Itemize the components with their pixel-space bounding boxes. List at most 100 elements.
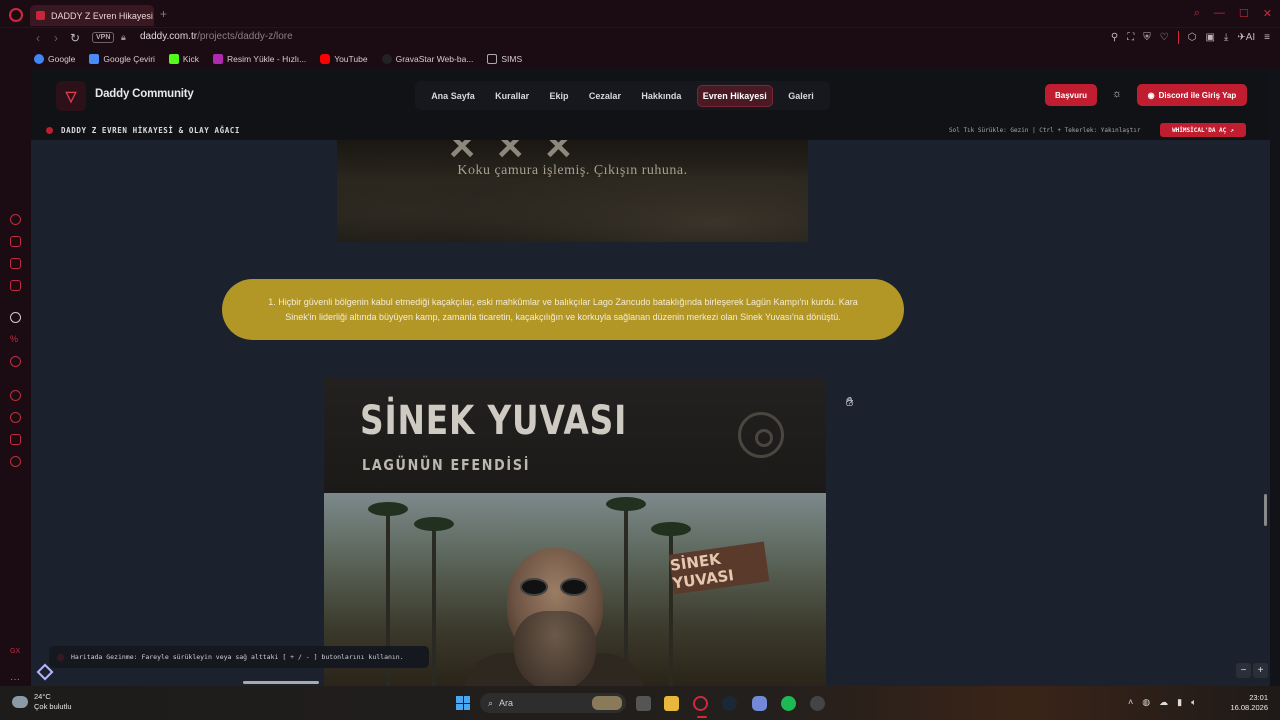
zoom-controls: − + (1236, 663, 1268, 678)
sidebar-extensions-icon[interactable] (10, 434, 21, 445)
start-button-icon[interactable] (456, 696, 470, 710)
sidebar-history-icon[interactable] (10, 412, 21, 423)
clock-date: 16.08.2026 (1230, 703, 1268, 712)
poster-header: SİNEK YUVASI LAGÜNÜN EFENDİSİ (324, 378, 826, 493)
zoom-out-button[interactable]: − (1236, 663, 1251, 678)
sidebar-gx-icon[interactable]: GX (10, 648, 21, 659)
lock-icon[interactable]: 🔒︎ (121, 32, 126, 43)
sidebar-percent-icon[interactable]: % (10, 334, 21, 345)
bookmark-gravastar[interactable]: GravaStar Web-ba... (381, 54, 473, 64)
translate-icon (89, 54, 100, 64)
weather-temp: 24°C (34, 692, 51, 701)
nav-item-ekip[interactable]: Ekip (545, 86, 574, 106)
file-explorer-icon[interactable] (664, 696, 679, 711)
lore-image-top: ✕✕✕ Koku çamura işlemiş. Çıkışın ruhuna. (337, 140, 808, 242)
map-hint-box: Haritada Gezinme: Fareyle sürükleyin vey… (49, 646, 429, 668)
close-button[interactable]: ✕ (1263, 7, 1272, 20)
vertical-scrollbar[interactable] (1264, 494, 1267, 526)
tab-title: DADDY Z Evren Hikayesi & (51, 10, 154, 21)
back-icon[interactable]: ‹ (36, 31, 40, 45)
bookmark-folder-sims[interactable]: SIMS (487, 54, 522, 64)
search-tabs-icon[interactable]: ⌕ (1194, 7, 1200, 20)
zoom-in-button[interactable]: + (1253, 663, 1268, 678)
weather-widget[interactable]: 24°C Çok bulutlu (12, 692, 72, 712)
vpn-badge[interactable]: VPN (92, 32, 115, 43)
apply-button[interactable]: Başvuru (1045, 84, 1097, 106)
download-icon[interactable]: ⤓ (1224, 32, 1228, 43)
tray-overflow-icon[interactable]: ˄ (1128, 697, 1133, 708)
onedrive-icon[interactable]: ☁ (1159, 697, 1168, 708)
discord-login-button[interactable]: ◉ Discord ile Giriş Yap (1137, 84, 1247, 106)
url-path: /projects/daddy-z/lore (197, 31, 293, 42)
nav-item-ana-sayfa[interactable]: Ana Sayfa (426, 86, 480, 106)
bookmark-label: Kick (182, 54, 199, 64)
nav-item-cezalar[interactable]: Cezalar (584, 86, 626, 106)
horizontal-scrollbar[interactable] (243, 681, 319, 684)
image-upload-icon (212, 54, 223, 64)
opera-logo-icon[interactable] (9, 8, 23, 22)
site-logo-icon[interactable]: ▽ (56, 81, 86, 111)
bookmark-youtube[interactable]: YouTube (320, 54, 368, 64)
network-globe-icon[interactable]: ◍ (1142, 697, 1150, 708)
external-link-icon: ↗ (1230, 126, 1234, 134)
nav-item-kurallar[interactable]: Kurallar (490, 86, 534, 106)
steam-icon[interactable] (722, 696, 737, 711)
heart-icon[interactable]: ♡ (1160, 32, 1169, 43)
nav-item-evren-hikayesi[interactable]: Evren Hikayesi (696, 84, 773, 107)
bookmark-google-translate[interactable]: Google Çeviri (89, 54, 155, 64)
sidebar-messenger-icon[interactable] (10, 258, 21, 269)
man-beard (514, 611, 596, 686)
shield-icon[interactable]: ⛨ (1143, 32, 1151, 43)
lore-subbar: DADDY Z EVREN HİKAYESİ & OLAY AĞACI Sol … (31, 122, 1270, 140)
maximize-button[interactable]: ☐ (1239, 7, 1249, 20)
taskbar-search[interactable]: ⌕ Ara (480, 693, 626, 713)
browser-toolbar: ⚲ ⛶ ⛨ ♡ ⬡ ▣ ⤓ ✈AI ≡ (1111, 31, 1270, 44)
bookmark-image-upload[interactable]: Resim Yükle - Hızlı... (212, 54, 306, 64)
menu-icon[interactable]: ≡ (1264, 32, 1270, 43)
minimize-button[interactable]: — (1214, 7, 1225, 20)
sidebar-record-icon[interactable] (10, 356, 21, 367)
sidebar-m-icon[interactable] (10, 280, 21, 291)
sidebar-chatgpt-icon[interactable] (10, 312, 21, 323)
nav-item-hakkinda[interactable]: Hakkında (636, 86, 686, 106)
site-header: ▽ Daddy Community Ana Sayfa Kurallar Eki… (31, 68, 1270, 122)
discord-taskbar-icon[interactable] (752, 696, 767, 711)
grab-cursor-icon: ✋︎ (846, 394, 854, 409)
reload-icon[interactable]: ↻ (70, 31, 80, 45)
theme-toggle-icon[interactable]: ☼ (1112, 88, 1122, 100)
bookmark-google[interactable]: Google (34, 54, 75, 64)
forward-icon[interactable]: › (54, 31, 58, 45)
sidebar-settings-icon[interactable] (10, 456, 21, 467)
pin-icon[interactable]: ⚲ (1111, 32, 1118, 43)
aria-ai-button[interactable]: ✈AI (1237, 32, 1255, 43)
url-field[interactable]: daddy.com.tr/projects/daddy-z/lore (140, 31, 293, 42)
lore-event-card[interactable]: 1. Hiçbir güvenli bölgenin kabul etmediğ… (222, 279, 904, 340)
nav-item-galeri[interactable]: Galeri (783, 86, 819, 106)
task-view-icon[interactable] (636, 696, 651, 711)
gravastar-icon (381, 54, 392, 64)
kick-icon (168, 54, 179, 64)
snapshot-icon[interactable]: ⛶ (1127, 32, 1134, 43)
bookmark-kick[interactable]: Kick (168, 54, 199, 64)
spotify-icon[interactable] (781, 696, 796, 711)
app-icon[interactable] (810, 696, 825, 711)
sunglasses (520, 578, 592, 598)
open-whimsical-button[interactable]: WHİMSİCAL'DA AÇ ↗ (1160, 123, 1246, 137)
opera-taskbar-icon[interactable] (693, 696, 708, 711)
volume-icon[interactable]: 🔈︎ (1191, 697, 1196, 708)
new-tab-button[interactable]: + (160, 8, 167, 20)
sidebar-more-icon[interactable]: ··· (10, 674, 20, 685)
mic-icon[interactable]: ▮ (1177, 697, 1182, 708)
taskbar-clock[interactable]: 23:01 16.08.2026 (1228, 693, 1268, 713)
sidebar-player-icon[interactable] (10, 390, 21, 401)
sidebar-aria-icon[interactable] (10, 214, 21, 225)
open-whimsical-label: WHİMSİCAL'DA AÇ (1172, 126, 1227, 134)
extensions-icon[interactable]: ⬡ (1188, 32, 1197, 43)
active-app-indicator (697, 716, 707, 718)
browser-tab-active[interactable]: DADDY Z Evren Hikayesi & (30, 5, 154, 26)
search-icon: ⌕ (488, 697, 494, 708)
site-logo-text[interactable]: Daddy Community (95, 88, 194, 100)
sidebar-bag-icon[interactable] (10, 236, 21, 247)
wallet-icon[interactable]: ▣ (1205, 32, 1214, 43)
bookmark-label: SIMS (501, 54, 523, 64)
